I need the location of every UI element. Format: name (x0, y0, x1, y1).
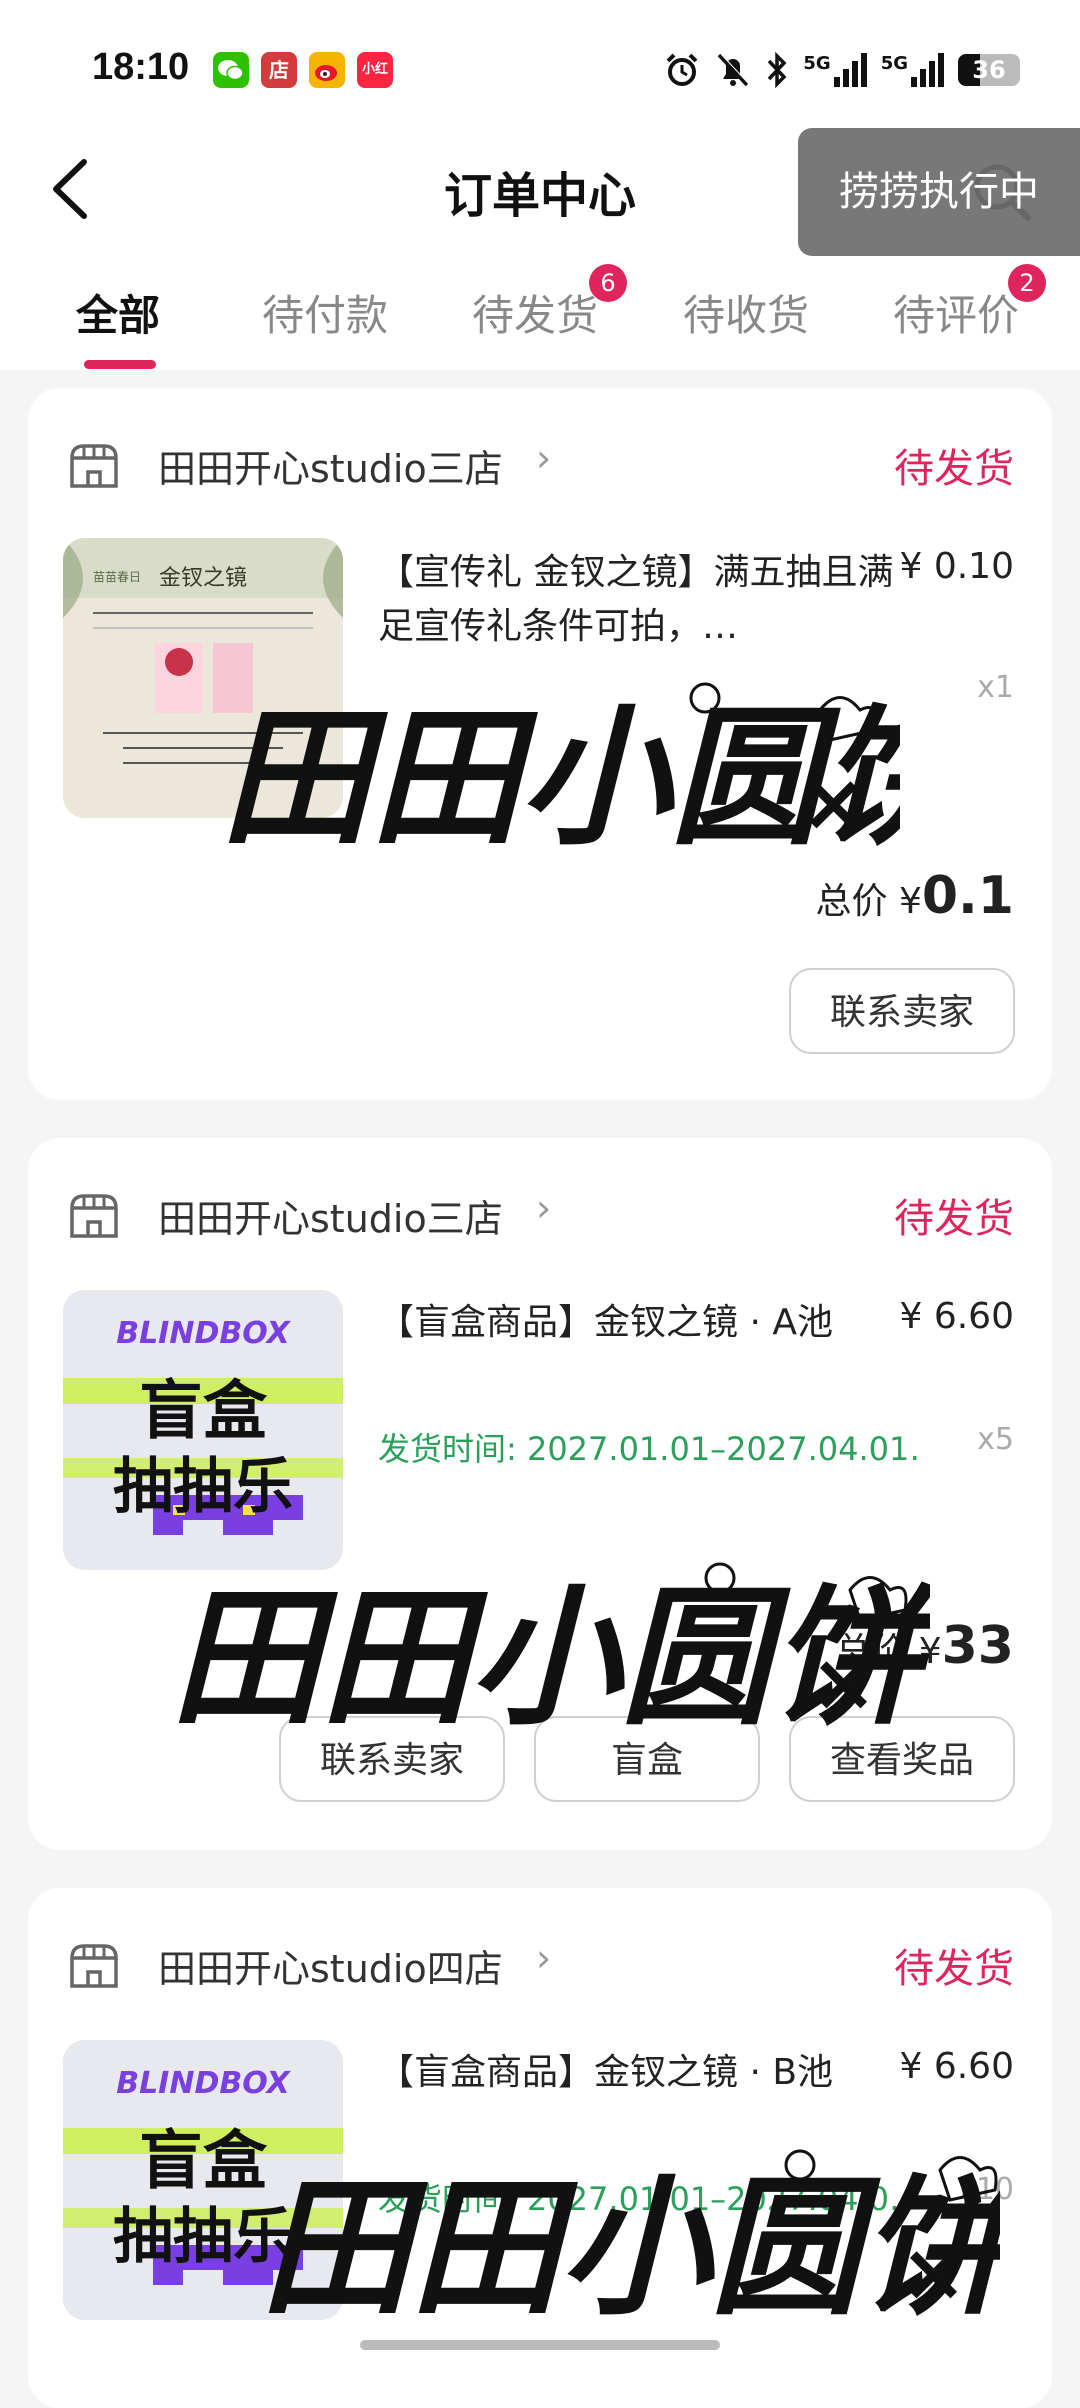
product-thumbnail[interactable]: BLINDBOX 盲盒 抽抽乐 (63, 2040, 343, 2320)
chevron-right-icon: › (536, 1936, 552, 1980)
total-label: 总价 (835, 1631, 908, 1672)
item-quantity: x5 (977, 1422, 1014, 1457)
status-indicators: 5G 5G 36 (663, 48, 1020, 92)
network-label-1: 5G (803, 53, 831, 74)
item-title[interactable]: 【宣传礼 金钗之镜】满五抽且满足宣传礼条件可拍，… (378, 546, 898, 654)
store-icon (70, 1194, 118, 1238)
blindbox-brand: BLINDBOX (116, 1316, 290, 1351)
tab-pending-review[interactable]: 待评价 (893, 282, 1019, 343)
shop-name[interactable]: 田田开心studio三店 (158, 438, 503, 493)
poster-brand: 苗苗春日 (93, 570, 142, 584)
shop-name[interactable]: 田田开心studio三店 (158, 1188, 503, 1243)
total-currency: ¥ (898, 881, 922, 922)
order-card[interactable]: 田田开心studio四店 › 待发货 BLINDBOX 盲盒 抽抽乐 【盲盒商品… (28, 1888, 1052, 2408)
shop-name[interactable]: 田田开心studio四店 (158, 1938, 503, 1993)
total-value: 33 (941, 1616, 1014, 1676)
item-price: ¥ 6.60 (899, 2046, 1014, 2087)
mute-bell-icon (718, 53, 750, 87)
view-prizes-button[interactable]: 查看奖品 (789, 1716, 1015, 1802)
xiaohongshu-icon: 小红书 (357, 52, 393, 113)
item-quantity: x10 (958, 2172, 1014, 2207)
toast-message: 捞捞执行中 (798, 128, 1080, 256)
order-status: 待发货 (894, 446, 1014, 492)
bluetooth-icon (768, 51, 787, 89)
product-thumbnail[interactable]: 金钗之镜 苗苗春日 (63, 538, 343, 818)
order-total: 总价 ¥33 (835, 1616, 1014, 1676)
order-tabs: 全部 待付款 待发货 6 待收货 待评价 2 (0, 250, 1080, 370)
store-icon (70, 444, 118, 488)
ship-time: 发货时间: 2027.01.01–2027.04.0… (378, 2180, 898, 2218)
shop-app-icon: 店 (261, 52, 297, 88)
item-price: ¥ 6.60 (899, 1296, 1014, 1337)
blindbox-line2: 抽抽乐 (113, 1452, 293, 1522)
active-tab-indicator (84, 360, 156, 369)
product-thumbnail[interactable]: BLINDBOX 盲盒 抽抽乐 (63, 1290, 343, 1570)
total-label: 总价 (815, 881, 888, 922)
battery-percent: 36 (972, 56, 1006, 84)
chevron-right-icon: › (536, 436, 552, 480)
order-total: 总价 ¥0.1 (816, 866, 1015, 926)
pending-review-badge: 2 (1008, 264, 1046, 302)
order-status: 待发货 (894, 1196, 1014, 1242)
order-card[interactable]: 田田开心studio三店 › 待发货 BLINDBOX 盲盒 抽抽乐 【盲盒商品… (28, 1138, 1052, 1850)
order-status: 待发货 (894, 1946, 1014, 1992)
total-value: 0.1 (921, 866, 1014, 926)
item-title[interactable]: 【盲盒商品】金钗之镜 · B池 (378, 2046, 838, 2100)
blindbox-brand: BLINDBOX (116, 2066, 290, 2101)
tab-pending-receipt[interactable]: 待收货 (683, 282, 809, 343)
tab-pending-payment[interactable]: 待付款 (262, 282, 388, 343)
tab-all[interactable]: 全部 (76, 282, 160, 343)
battery-icon: 36 (958, 54, 1020, 86)
total-currency: ¥ (918, 1631, 942, 1672)
item-title[interactable]: 【盲盒商品】金钗之镜 · A池 (378, 1296, 838, 1350)
blindbox-line2: 抽抽乐 (113, 2202, 293, 2272)
status-bar: 18:10 店 小红书 5G 5G 36 (0, 0, 1080, 130)
alarm-icon (666, 53, 698, 86)
pending-shipment-badge: 6 (589, 264, 627, 302)
item-quantity: x1 (977, 670, 1014, 705)
item-price: ¥ 0.10 (899, 546, 1014, 587)
signal-5g-2: 5G (881, 53, 944, 87)
order-card[interactable]: 田田开心studio三店 › 待发货 金钗之镜 苗苗春日 【宣传礼 金钗之镜】满… (28, 388, 1052, 1100)
home-indicator[interactable] (360, 2340, 720, 2350)
tab-pending-shipment[interactable]: 待发货 (472, 282, 598, 343)
contact-seller-button[interactable]: 联系卖家 (789, 968, 1015, 1054)
signal-5g-1: 5G (803, 53, 867, 87)
blindbox-button[interactable]: 盲盒 (534, 1716, 760, 1802)
wechat-icon (213, 52, 249, 88)
status-time: 18:10 (92, 46, 190, 88)
store-icon (70, 1944, 118, 1988)
network-label-2: 5G (880, 53, 908, 74)
contact-seller-button[interactable]: 联系卖家 (279, 1716, 505, 1802)
ship-time: 发货时间: 2027.01.01–2027.04.01… (378, 1430, 918, 1468)
chevron-right-icon: › (536, 1186, 552, 1230)
weibo-icon (309, 52, 345, 88)
